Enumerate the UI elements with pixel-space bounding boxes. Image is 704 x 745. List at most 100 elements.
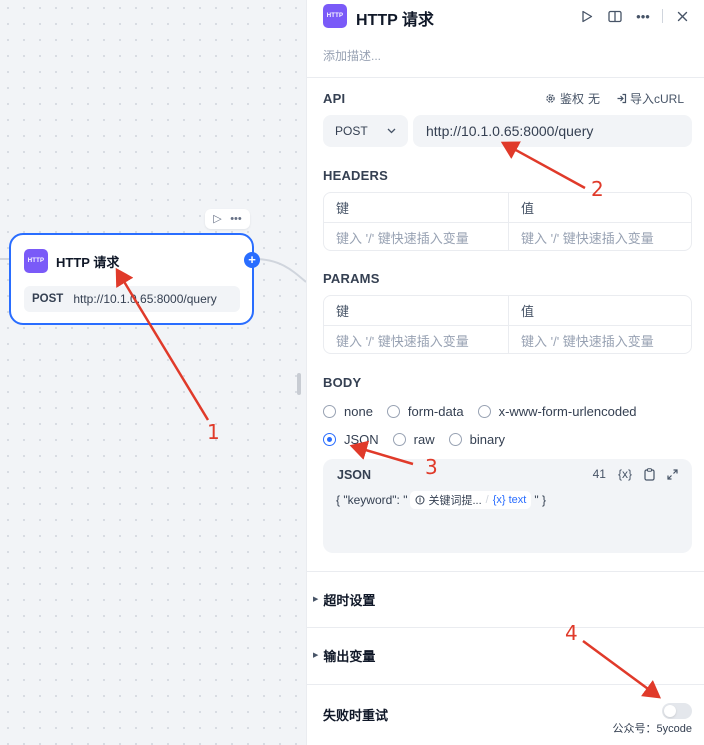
headers-input-row: 键入 '/' 键快速插入变量 键入 '/' 键快速插入变量 [324,222,691,250]
node-title: HTTP 请求 [56,255,120,270]
auth-button[interactable]: 鉴权 无 [545,90,600,107]
body-type-options-row2: JSON raw binary [323,432,519,447]
char-count: 41 [592,467,606,481]
retry-on-failure-switch[interactable] [662,703,692,719]
url-input[interactable]: http://10.1.0.65:8000/query [413,115,692,147]
annotation-label-3: 3 [425,455,438,479]
body-section-label: BODY [323,375,362,390]
radio-label: x-www-form-urlencoded [498,404,637,419]
params-section-label: PARAMS [323,271,380,286]
params-table-header: 键 值 [324,296,691,325]
insert-variable-icon[interactable]: {x} [618,467,632,481]
description-input[interactable]: 添加描述... [323,47,381,64]
run-icon[interactable]: ▷ [213,213,221,225]
radio-button[interactable] [392,433,406,446]
http-request-node[interactable]: HTTP HTTP 请求 POST http://10.1.0.65:8000/… [9,233,260,325]
panel-title[interactable]: HTTP 请求 [356,6,434,30]
copy-icon[interactable] [644,467,655,481]
node-config-panel: HTTP HTTP 请求 ••• 添加描述... API 鉴权 无 导入cURL [306,0,704,745]
import-curl-button[interactable]: 导入cURL [616,90,684,107]
more-icon[interactable]: ••• [632,5,654,27]
params-table: 键 值 键入 '/' 键快速插入变量 键入 '/' 键快速插入变量 [323,295,692,354]
radio-button-selected[interactable] [323,433,336,446]
close-icon[interactable] [671,5,693,27]
api-section-label: API [323,91,346,106]
import-curl-label: 导入cURL [629,92,684,106]
radio-button[interactable] [323,405,336,418]
auth-label: 鉴权 [559,92,584,106]
annotation-label-4: 4 [565,621,578,645]
http-method-select[interactable]: POST [323,115,408,147]
annotation-label-1: 1 [207,420,220,444]
import-icon [617,93,627,104]
radio-label: raw [413,432,435,447]
caret-right-icon: ▶ [313,596,319,603]
timeout-settings-toggle[interactable]: ▶ 超时设置 [307,571,704,627]
output-vars-toggle[interactable]: ▶ 输出变量 [307,627,704,683]
timeout-settings-label: 超时设置 [323,592,376,608]
radio-label: form-data [407,404,464,419]
variable-type: {x} text [492,494,527,506]
radio-button[interactable] [386,405,400,418]
retry-on-failure-label: 失败时重试 [323,708,389,723]
body-type-binary[interactable]: binary [448,432,506,447]
run-step-icon[interactable] [576,5,598,27]
http-method-value: POST [335,124,368,138]
panel-header: HTTP HTTP 请求 ••• 添加描述... [307,0,704,78]
add-next-node-button[interactable]: + [244,252,260,268]
json-suffix: " } [534,493,546,507]
panel-resize-handle[interactable] [297,373,301,395]
params-value-column: 值 [508,296,691,325]
variable-name: 关键词提... [428,495,482,507]
gear-icon [546,94,555,103]
auth-value: 无 [587,92,600,106]
json-editor-tools: 41 {x} [581,467,678,481]
params-key-column: 键 [336,304,350,319]
json-content[interactable]: { "keyword": " 关键词提... / {x} text " } [336,491,546,509]
body-type-none[interactable]: none [323,404,373,419]
node-action-bar: ▷ ••• [205,209,250,229]
variable-chip[interactable]: 关键词提... / {x} text [410,491,532,509]
node-url: http://10.1.0.65:8000/query [73,292,217,306]
node-method: POST [32,293,64,305]
variable-node-icon [415,495,425,505]
node-request-summary: POST http://10.1.0.65:8000/query [24,286,240,312]
radio-label: none [344,404,373,419]
annotation-label-2: 2 [591,177,604,201]
workflow-canvas[interactable]: ▷ ••• HTTP HTTP 请求 POST http://10.1.0.65… [0,0,306,745]
panel-header-actions: ••• [570,5,693,27]
headers-section-label: HEADERS [323,168,388,183]
json-editor-title: JSON [337,468,372,482]
api-tools: 鉴权 无 导入cURL [545,90,684,107]
radio-label: JSON [344,432,379,447]
caret-right-icon: ▶ [313,652,319,659]
expand-icon[interactable] [667,468,678,480]
headers-table: 键 值 键入 '/' 键快速插入变量 键入 '/' 键快速插入变量 [323,192,692,251]
output-vars-label: 输出变量 [323,648,376,664]
body-type-json[interactable]: JSON [323,432,379,447]
watermark: 公众号：5ycode [608,719,692,737]
help-book-icon[interactable] [604,5,626,27]
body-type-options-row1: none form-data x-www-form-urlencoded [323,404,651,419]
url-value: http://10.1.0.65:8000/query [426,123,594,139]
param-value-input[interactable]: 键入 '/' 键快速插入变量 [508,326,691,353]
header-divider [662,9,663,23]
json-prefix: { "keyword": " [336,493,408,507]
headers-table-header: 键 值 [324,193,691,222]
radio-button[interactable] [477,405,491,418]
header-key-input[interactable]: 键入 '/' 键快速插入变量 [324,223,508,250]
body-type-raw[interactable]: raw [392,432,435,447]
headers-key-column: 键 [336,201,350,216]
header-value-input[interactable]: 键入 '/' 键快速插入变量 [508,223,691,250]
json-body-editor[interactable]: JSON 41 {x} { "keyword": " 关键词提... / {x}… [323,459,692,553]
chevron-down-icon [387,128,396,134]
chip-separator: / [485,494,489,506]
radio-button[interactable] [448,433,462,446]
body-type-urlencoded[interactable]: x-www-form-urlencoded [477,404,637,419]
http-node-icon: HTTP [24,249,48,273]
param-key-input[interactable]: 键入 '/' 键快速插入变量 [324,326,508,353]
radio-label: binary [469,432,506,447]
section-divider [307,684,704,685]
body-type-form-data[interactable]: form-data [386,404,464,419]
more-icon[interactable]: ••• [230,213,242,225]
